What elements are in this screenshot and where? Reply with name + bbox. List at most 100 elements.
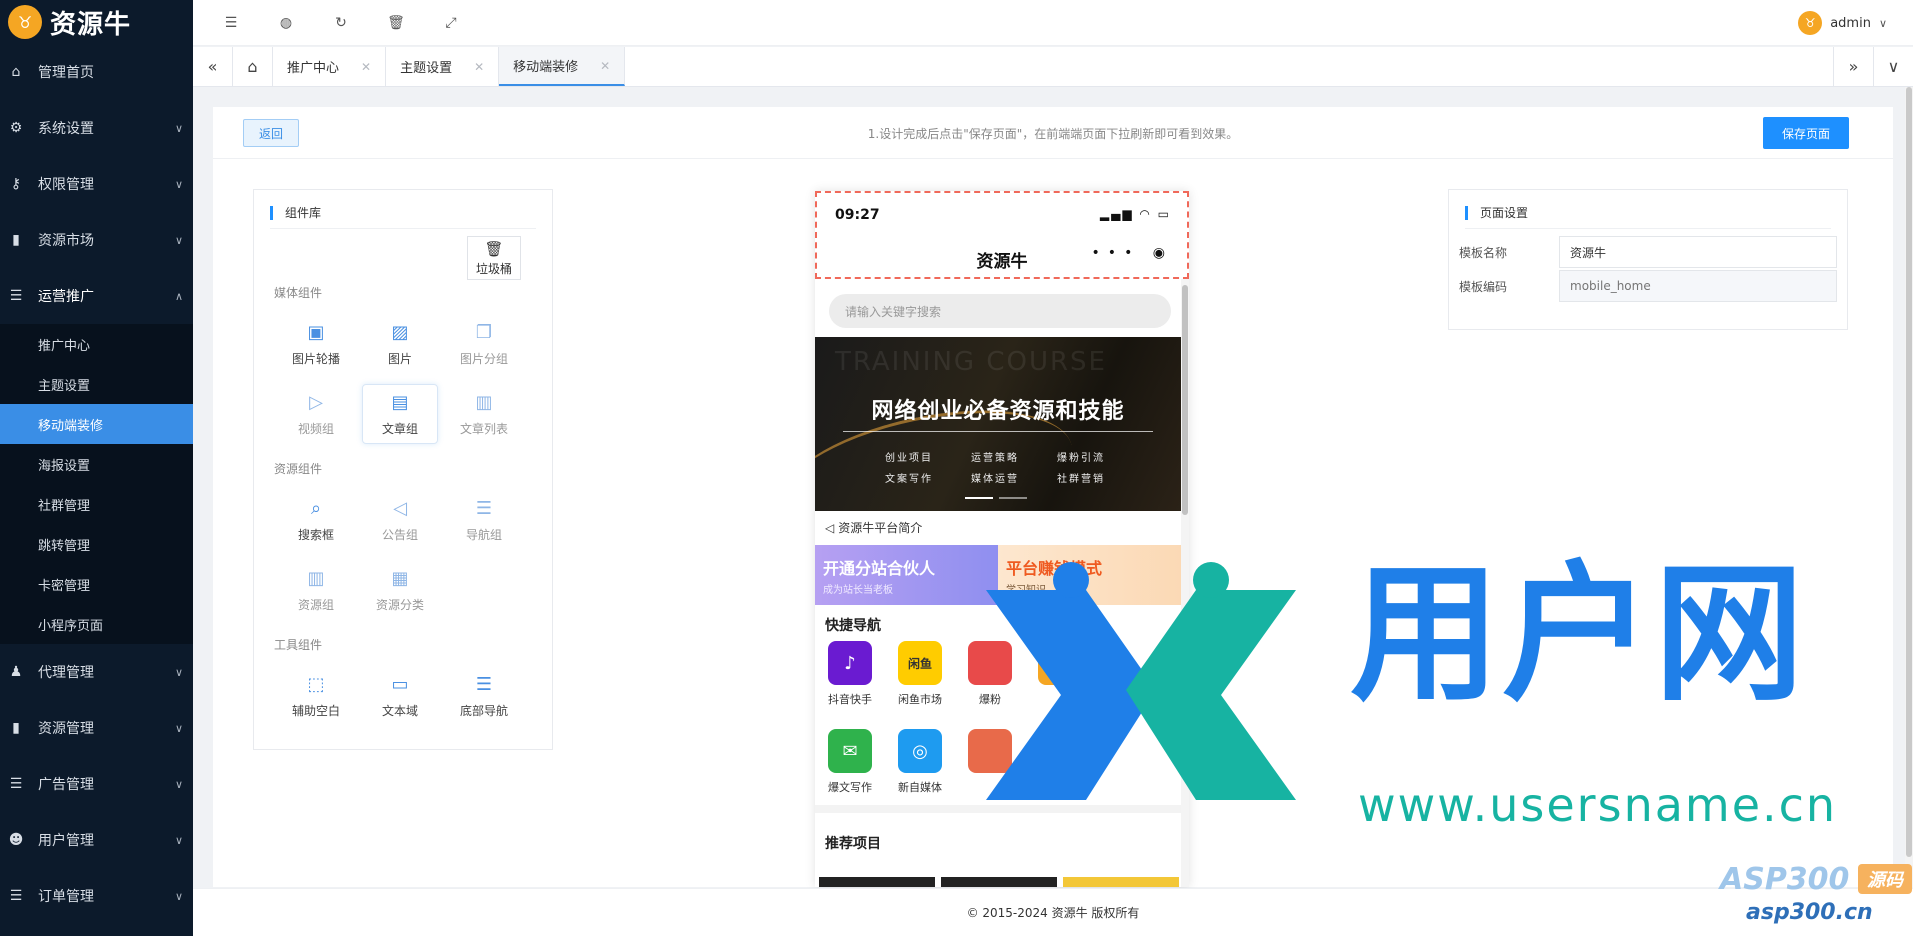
- sidebar-item-orders[interactable]: ☰ 订单管理 ∨: [0, 868, 193, 924]
- tab-mobile-decoration[interactable]: 移动端装修 ✕: [499, 47, 626, 86]
- component-search-box[interactable]: ⌕ 搜索框: [278, 490, 354, 550]
- component-image-group[interactable]: ❐ 图片分组: [446, 314, 522, 374]
- panel-title: 组件库: [270, 206, 321, 220]
- trash-icon[interactable]: 🗑: [386, 13, 406, 33]
- trash-icon: 🗑: [484, 239, 504, 258]
- nav-item-douyin[interactable]: ♪ 抖音快手: [815, 641, 885, 707]
- sidebar-subitem-miniapp-pages[interactable]: 小程序页面: [0, 604, 193, 644]
- component-spacer[interactable]: ⬚ 辅助空白: [278, 666, 354, 726]
- template-name-input[interactable]: [1559, 236, 1837, 268]
- component-resource-category[interactable]: ▦ 资源分类: [362, 560, 438, 620]
- save-page-button[interactable]: 保存页面: [1763, 117, 1849, 149]
- tab-theme-settings[interactable]: 主题设置 ✕: [386, 47, 500, 86]
- home-tab-icon[interactable]: ⌂: [233, 47, 273, 86]
- sidebar: ♉ 资源牛 ⌂ 管理首页 ⚙ 系统设置 ∨ ⚷ 权限管理 ∨ ▮ 资源市场 ∨ …: [0, 0, 193, 936]
- scrollbar-thumb[interactable]: [1906, 87, 1912, 857]
- tabs-scroll-right-icon[interactable]: »: [1833, 47, 1873, 86]
- nav-item-new-media[interactable]: ◎ 新自媒体: [885, 729, 955, 795]
- refresh-icon[interactable]: ↻: [331, 13, 351, 33]
- phone-search-input[interactable]: 请输入关键字搜索: [829, 294, 1171, 328]
- nav-item-xianyu[interactable]: 闲鱼 闲鱼市场: [885, 641, 955, 707]
- sidebar-subitem-redirect[interactable]: 跳转管理: [0, 524, 193, 564]
- fullscreen-icon[interactable]: ⤢: [441, 13, 461, 33]
- divider: [270, 228, 536, 229]
- component-label: 资源分类: [375, 597, 424, 612]
- chevron-up-icon: ∧: [174, 289, 183, 303]
- component-image-carousel[interactable]: ▣ 图片轮播: [278, 314, 354, 374]
- template-code-row: 模板编码: [1459, 270, 1837, 302]
- banner-tag: 文案写作: [885, 474, 933, 485]
- sidebar-subitem-poster-settings[interactable]: 海报设置: [0, 444, 193, 484]
- text-area-icon: ▭: [391, 674, 409, 695]
- trash-button[interactable]: 🗑 垃圾桶: [467, 236, 521, 280]
- action-bar: 返回 1.设计完成后点击"保存页面"，在前端端页面下拉刷新即可看到效果。 保存页…: [213, 107, 1893, 159]
- scrollbar-thumb[interactable]: [1182, 285, 1188, 515]
- sidebar-subitem-theme-settings[interactable]: 主题设置: [0, 364, 193, 404]
- recommend-thumbnail[interactable]: [819, 877, 935, 887]
- globe-icon[interactable]: ◍: [276, 13, 296, 33]
- sidebar-item-label: 系统设置: [38, 121, 94, 137]
- recommend-thumbnail[interactable]: [941, 877, 1057, 887]
- component-notice-group[interactable]: ◁ 公告组: [362, 490, 438, 550]
- close-icon[interactable]: ✕: [474, 60, 484, 74]
- speaker-icon: ◁: [393, 498, 407, 519]
- list-icon: ☰: [9, 776, 23, 792]
- chevron-down-icon: ∨: [174, 177, 183, 191]
- tabs-bar: « ⌂ 推广中心 ✕ 主题设置 ✕ 移动端装修 ✕ » ∨: [193, 47, 1913, 87]
- indicator-dot[interactable]: [999, 497, 1027, 499]
- list-icon: ☰: [475, 674, 493, 695]
- tabs-scroll-left-icon[interactable]: «: [193, 47, 233, 86]
- user-icon: ☻: [8, 832, 24, 848]
- watermark-url: www.usersname.cn: [1358, 778, 1838, 832]
- sidebar-subitem-community[interactable]: 社群管理: [0, 484, 193, 524]
- sidebar-subitem-mobile-decoration[interactable]: 移动端装修: [0, 404, 193, 444]
- sidebar-item-marketing[interactable]: ☰ 运营推广 ∧: [0, 268, 193, 324]
- component-label: 图片分组: [459, 351, 508, 366]
- sidebar-item-home[interactable]: ⌂ 管理首页: [0, 44, 193, 100]
- sidebar-item-system-settings[interactable]: ⚙ 系统设置 ∨: [0, 100, 193, 156]
- sidebar-item-label: 权限管理: [38, 177, 94, 193]
- close-icon[interactable]: ✕: [600, 59, 610, 73]
- sidebar-subitem-card-keys[interactable]: 卡密管理: [0, 564, 193, 604]
- douyin-icon: ♪: [828, 641, 872, 685]
- component-resource-group[interactable]: ▥ 资源组: [278, 560, 354, 620]
- user-menu[interactable]: ♉ admin ∨: [1798, 0, 1887, 46]
- component-video-group[interactable]: ▷ 视频组: [278, 384, 354, 444]
- recommend-thumbnail[interactable]: [1063, 877, 1179, 887]
- page-scrollbar[interactable]: [1905, 87, 1913, 887]
- category-icon: ▦: [391, 568, 409, 589]
- indicator-dot[interactable]: [965, 497, 993, 499]
- file-icon: ▮: [12, 720, 20, 736]
- component-image[interactable]: ▨ 图片: [362, 314, 438, 374]
- sidebar-item-resources[interactable]: ▮ 资源管理 ∨: [0, 700, 193, 756]
- books-icon: ▥: [307, 568, 325, 589]
- phone-notice[interactable]: ◁ 资源牛平台简介: [825, 519, 922, 536]
- sidebar-subitem-promo-center[interactable]: 推广中心: [0, 324, 193, 364]
- component-text-area[interactable]: ▭ 文本域: [362, 666, 438, 726]
- footer: © 2015-2024 资源牛 版权所有: [193, 888, 1913, 936]
- tabs-dropdown-icon[interactable]: ∨: [1873, 47, 1913, 86]
- template-code-input[interactable]: [1559, 270, 1837, 302]
- watermark-asp-badge: 源码: [1858, 864, 1912, 894]
- menu-fold-icon[interactable]: ☰: [221, 13, 241, 33]
- component-bottom-nav[interactable]: ☰ 底部导航: [446, 666, 522, 726]
- sidebar-item-resource-market[interactable]: ▮ 资源市场 ∨: [0, 212, 193, 268]
- phone-header[interactable]: 09:27 ▂▄▆ ◠ ▭ 资源牛 ••• ◉: [815, 191, 1189, 279]
- tab-promo-center[interactable]: 推广中心 ✕: [273, 47, 387, 86]
- component-article-group[interactable]: ▤ 文章组: [362, 384, 438, 444]
- group-title-media: 媒体组件: [274, 286, 323, 300]
- sidebar-item-ads[interactable]: ☰ 广告管理 ∨: [0, 756, 193, 812]
- component-article-list[interactable]: ▥ 文章列表: [446, 384, 522, 444]
- nav-item-writing[interactable]: ✉ 爆文写作: [815, 729, 885, 795]
- watermark-brand-text: 用户网: [1350, 548, 1807, 722]
- sidebar-item-permissions[interactable]: ⚷ 权限管理 ∨: [0, 156, 193, 212]
- sidebar-item-agents[interactable]: ♟ 代理管理 ∨: [0, 644, 193, 700]
- sidebar-item-users[interactable]: ☻ 用户管理 ∨: [0, 812, 193, 868]
- close-icon[interactable]: ✕: [361, 60, 371, 74]
- banner-bg-text: TRAINING COURSE: [835, 347, 1107, 377]
- nav-label: 爆文写作: [828, 781, 872, 794]
- phone-banner[interactable]: TRAINING COURSE 网络创业必备资源和技能 创业项目 运营策略 爆粉…: [815, 337, 1181, 511]
- component-nav-group[interactable]: ☰ 导航组: [446, 490, 522, 550]
- gear-icon: ⚙: [9, 120, 23, 136]
- chevron-down-icon: ∨: [174, 777, 183, 791]
